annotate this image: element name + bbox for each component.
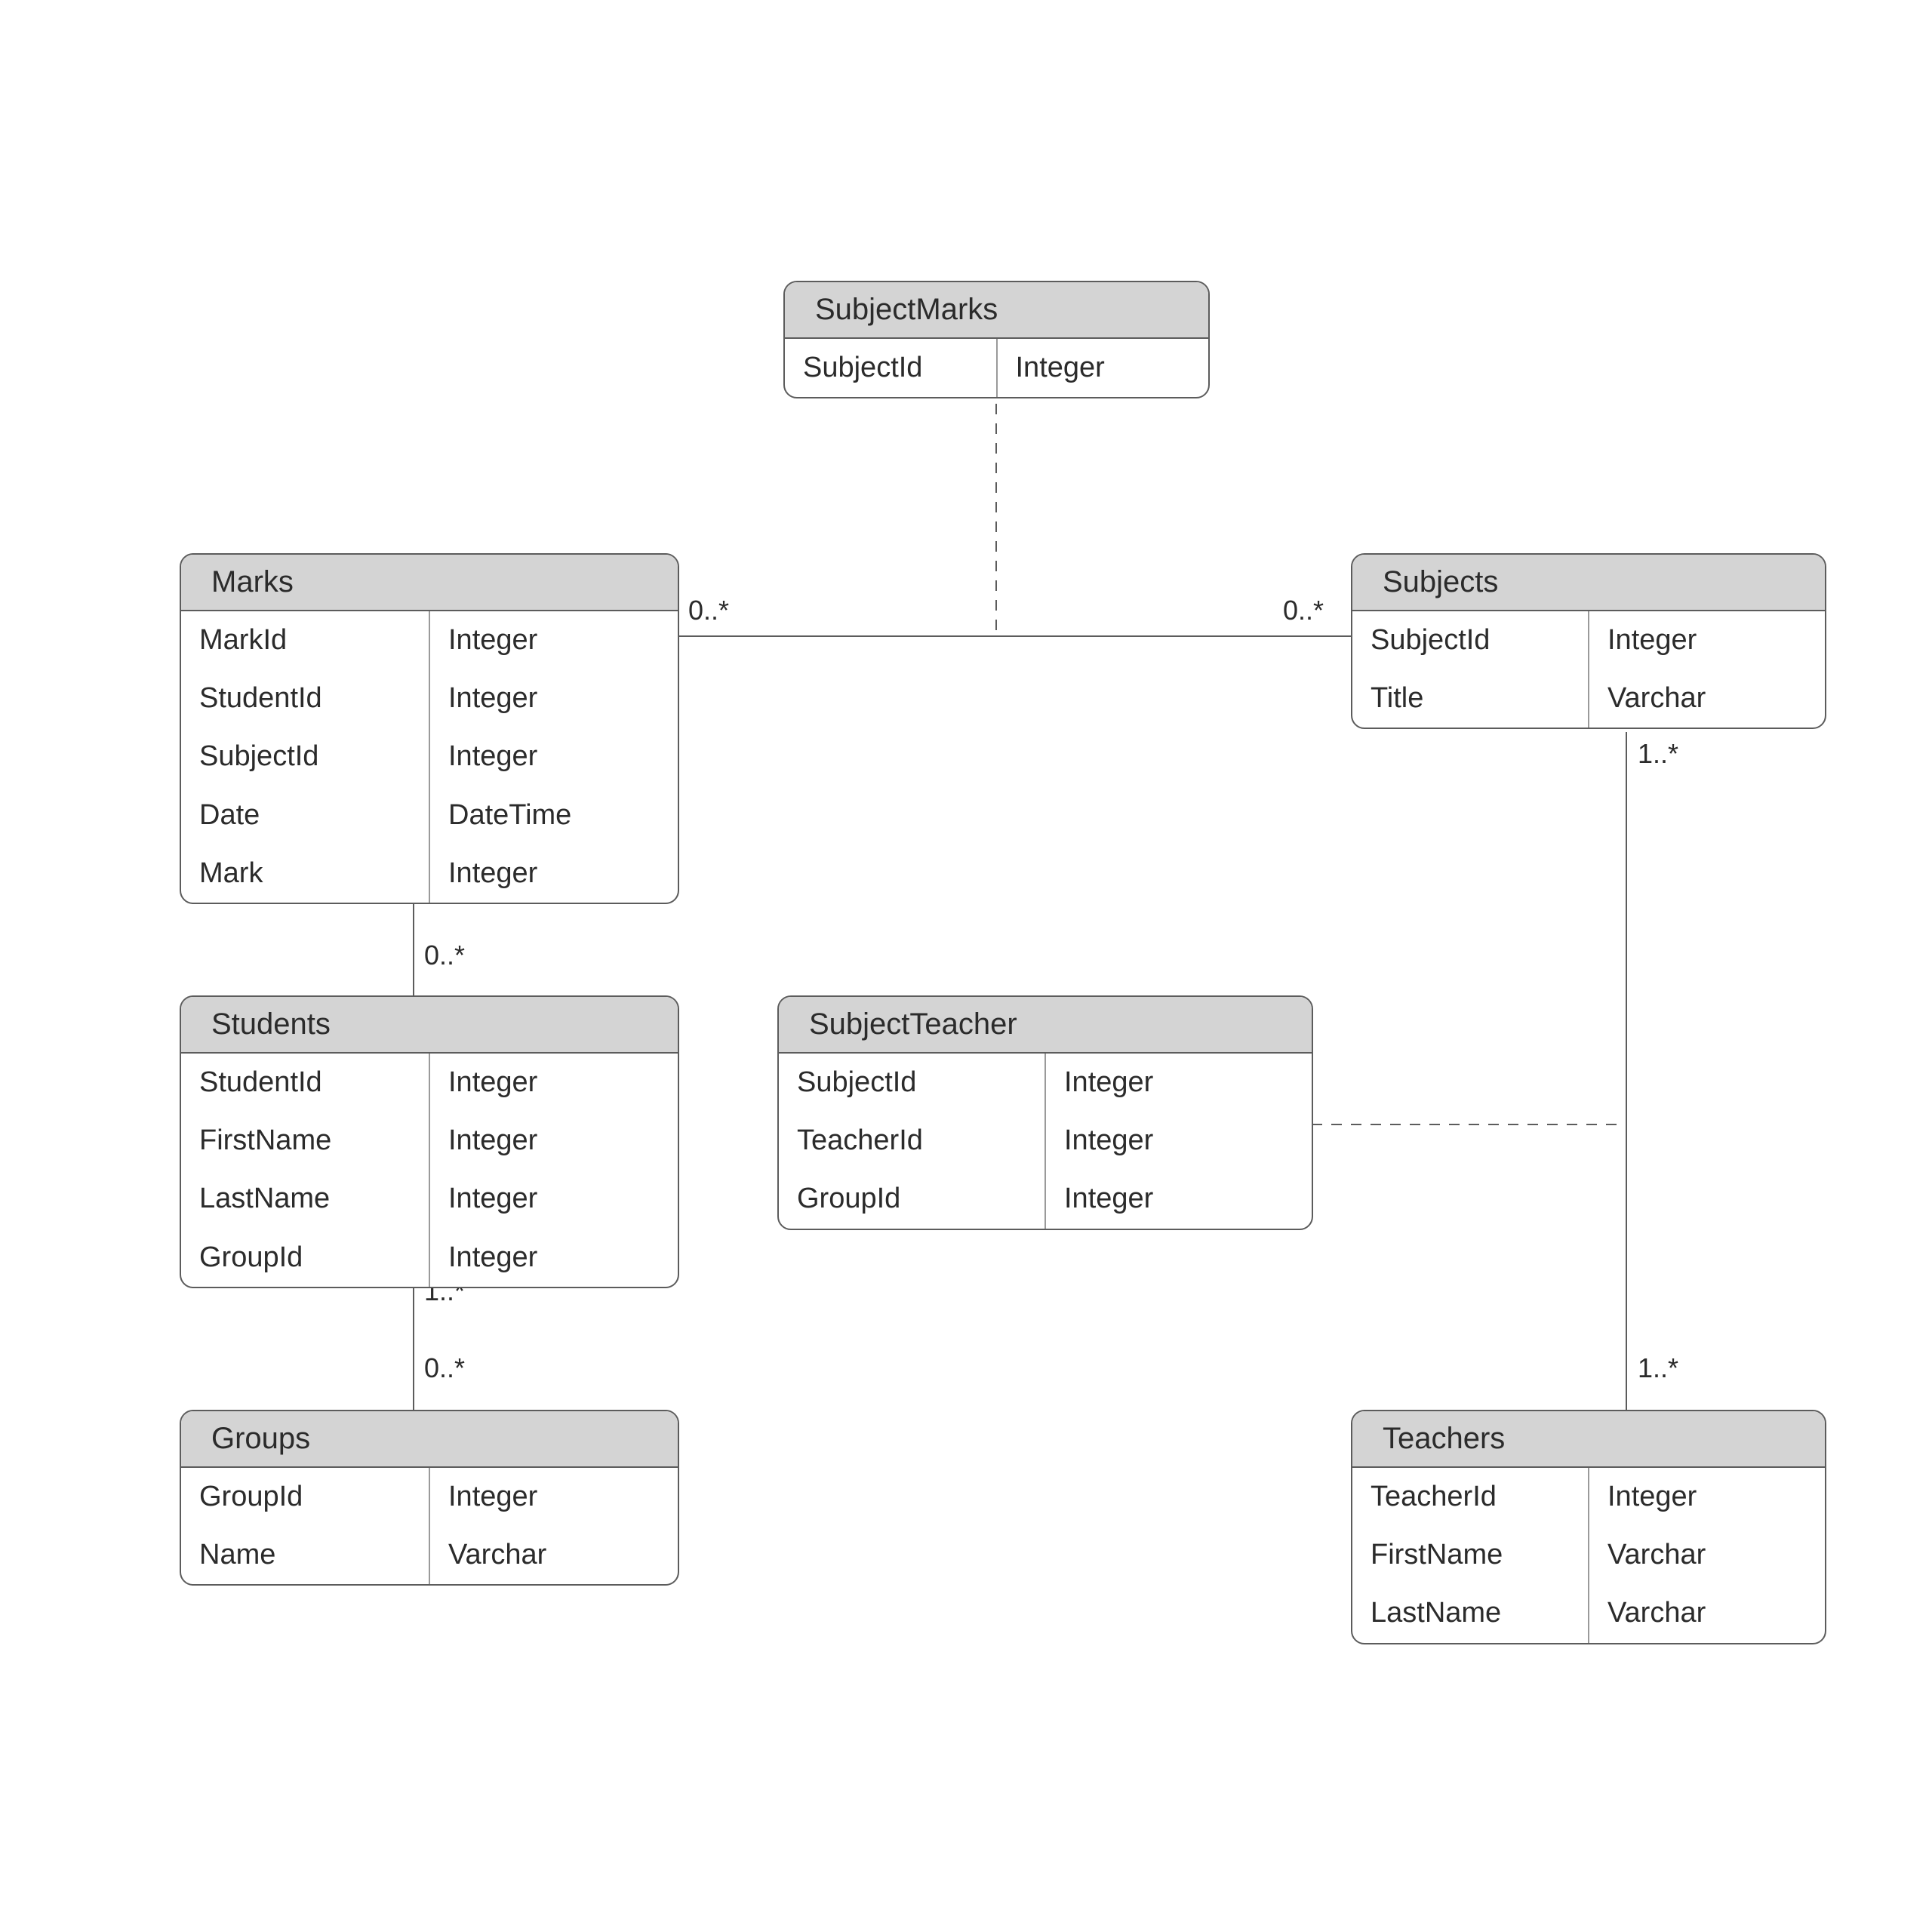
entity-students: Students StudentId FirstName LastName Gr…	[180, 995, 679, 1288]
entity-subjectmarks: SubjectMarks SubjectId Integer	[783, 281, 1210, 398]
field-name: StudentId	[181, 1054, 429, 1112]
field-type: Integer	[1589, 1468, 1825, 1526]
entity-body: SubjectId Title Integer Varchar	[1352, 611, 1825, 728]
field-type: Varchar	[1589, 669, 1825, 728]
entity-header: Groups	[181, 1411, 678, 1468]
field-type: Integer	[998, 339, 1209, 397]
entity-body: SubjectId TeacherId GroupId Integer Inte…	[779, 1054, 1312, 1229]
field-type: Varchar	[1589, 1584, 1825, 1642]
field-name: GroupId	[181, 1229, 429, 1287]
field-type: Integer	[430, 611, 678, 669]
field-name: StudentId	[181, 669, 429, 728]
field-type: Integer	[430, 1468, 678, 1526]
entity-body: TeacherId FirstName LastName Integer Var…	[1352, 1468, 1825, 1643]
entity-body: MarkId StudentId SubjectId Date Mark Int…	[181, 611, 678, 903]
multiplicity-marks-subjects-right: 0..*	[1283, 595, 1324, 626]
field-name: SubjectId	[779, 1054, 1044, 1112]
field-type: Integer	[430, 1112, 678, 1170]
entity-groups: Groups GroupId Name Integer Varchar	[180, 1410, 679, 1586]
field-name: Name	[181, 1526, 429, 1584]
field-type: Integer	[1046, 1112, 1312, 1170]
field-type: Varchar	[430, 1526, 678, 1584]
field-name: FirstName	[1352, 1526, 1588, 1584]
entity-header: Marks	[181, 555, 678, 611]
multiplicity-marks-subjects-left: 0..*	[688, 595, 729, 626]
entity-body: SubjectId Integer	[785, 339, 1208, 397]
entity-header: Subjects	[1352, 555, 1825, 611]
field-name: MarkId	[181, 611, 429, 669]
field-type: Integer	[430, 1170, 678, 1228]
field-name: Mark	[181, 844, 429, 903]
field-type: Integer	[430, 844, 678, 903]
field-name: GroupId	[779, 1170, 1044, 1228]
field-type: Integer	[1046, 1054, 1312, 1112]
field-type: Varchar	[1589, 1526, 1825, 1584]
field-name: LastName	[181, 1170, 429, 1228]
entity-header: SubjectMarks	[785, 282, 1208, 339]
field-type: Integer	[430, 728, 678, 786]
multiplicity-students-groups-bottom: 0..*	[424, 1352, 465, 1384]
field-name: TeacherId	[1352, 1468, 1588, 1526]
entity-marks: Marks MarkId StudentId SubjectId Date Ma…	[180, 553, 679, 904]
field-name: TeacherId	[779, 1112, 1044, 1170]
field-type: Integer	[1046, 1170, 1312, 1228]
entity-subjects: Subjects SubjectId Title Integer Varchar	[1351, 553, 1826, 729]
multiplicity-subjects-teachers-top: 1..*	[1638, 738, 1678, 770]
field-name: SubjectId	[1352, 611, 1588, 669]
field-name: Title	[1352, 669, 1588, 728]
entity-body: GroupId Name Integer Varchar	[181, 1468, 678, 1584]
field-type: DateTime	[430, 786, 678, 844]
field-type: Integer	[1589, 611, 1825, 669]
field-name: Date	[181, 786, 429, 844]
entity-teachers: Teachers TeacherId FirstName LastName In…	[1351, 1410, 1826, 1644]
entity-header: Teachers	[1352, 1411, 1825, 1468]
field-name: GroupId	[181, 1468, 429, 1526]
field-name: SubjectId	[785, 339, 996, 397]
field-type: Integer	[430, 1054, 678, 1112]
entity-header: Students	[181, 997, 678, 1054]
entity-header: SubjectTeacher	[779, 997, 1312, 1054]
field-type: Integer	[430, 669, 678, 728]
multiplicity-marks-students-bottom: 0..*	[424, 940, 465, 971]
field-name: LastName	[1352, 1584, 1588, 1642]
entity-subjectteacher: SubjectTeacher SubjectId TeacherId Group…	[777, 995, 1313, 1230]
multiplicity-subjects-teachers-bottom: 1..*	[1638, 1352, 1678, 1384]
field-type: Integer	[430, 1229, 678, 1287]
field-name: FirstName	[181, 1112, 429, 1170]
field-name: SubjectId	[181, 728, 429, 786]
entity-body: StudentId FirstName LastName GroupId Int…	[181, 1054, 678, 1287]
er-diagram-canvas: 0..* 0..* 0..* 0..* 1..* 0..* 1..* 1..* …	[0, 0, 1932, 1932]
